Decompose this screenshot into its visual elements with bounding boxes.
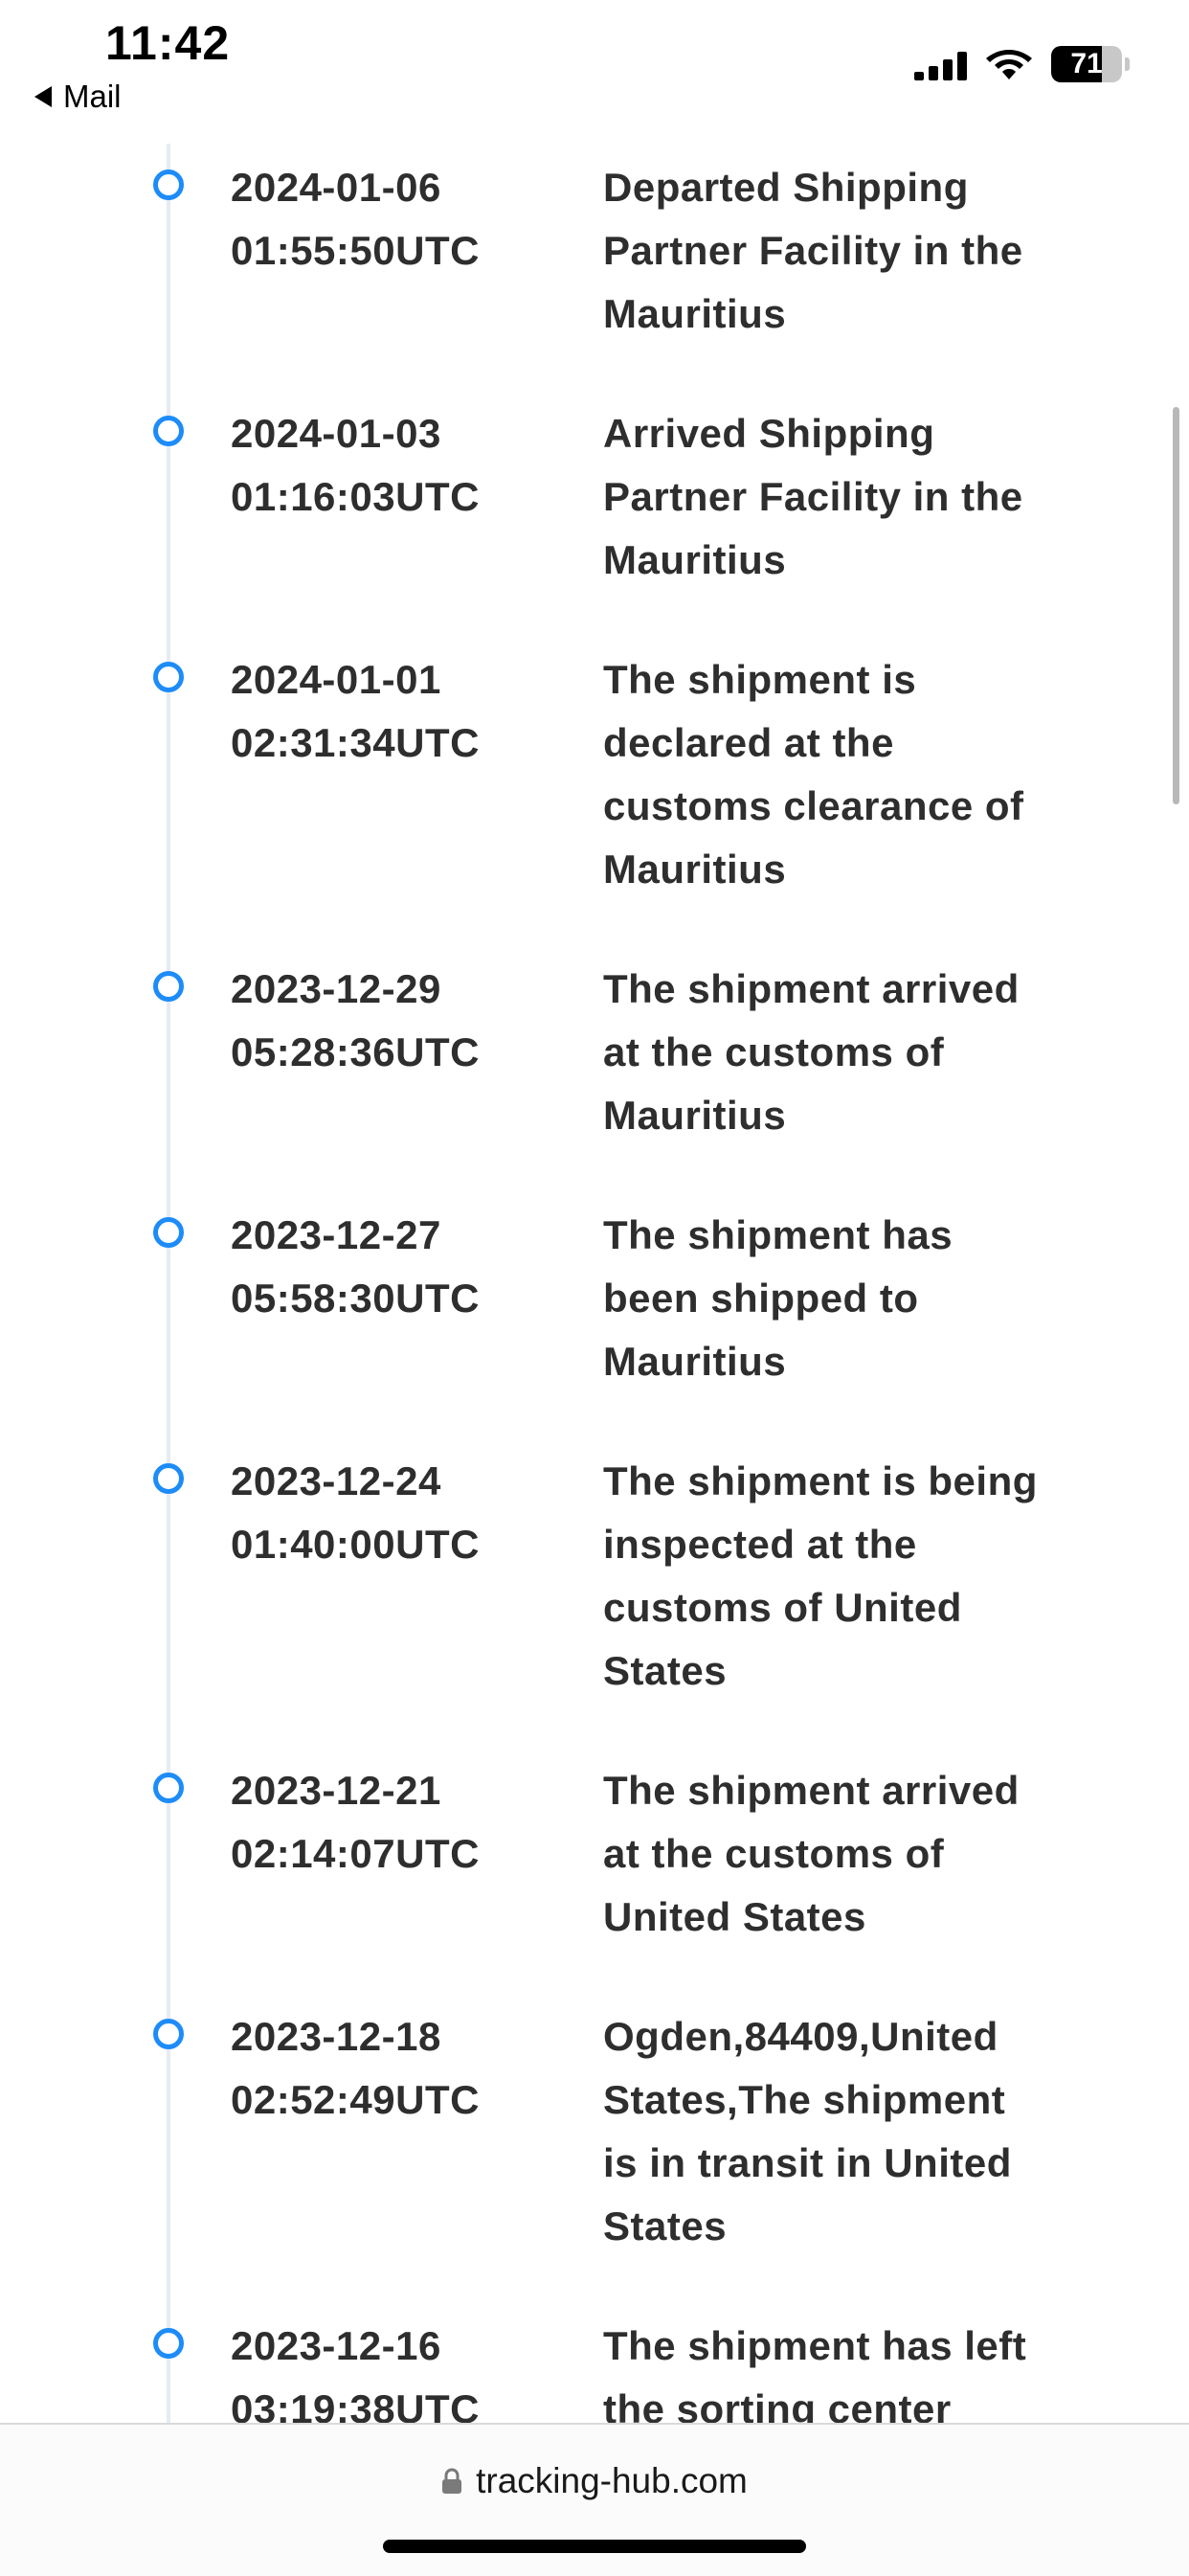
battery-cap (1125, 57, 1130, 71)
event-description: The shipment is being inspected at the c… (603, 1458, 1038, 1693)
event-time: 02:52:49UTC (231, 2077, 480, 2122)
event-time: 02:31:34UTC (231, 720, 480, 765)
timeline-dot-icon (153, 971, 184, 1002)
event-time: 05:58:30UTC (231, 1276, 480, 1321)
event-date: 2023-12-21 (231, 1768, 441, 1813)
event-time: 02:14:07UTC (231, 1831, 480, 1876)
event-description: The shipment arrived at the customs of M… (603, 966, 1020, 1138)
url-domain: tracking-hub.com (476, 2461, 748, 2500)
timeline-dot-icon (153, 416, 184, 446)
scroll-indicator[interactable] (1173, 407, 1179, 804)
event-description: Ogden,84409,United States,The shipment i… (603, 2014, 1012, 2248)
event-description: Departed Shipping Partner Facility in th… (603, 165, 1023, 336)
event-date: 2023-12-16 (231, 2323, 441, 2368)
battery-icon: 71 (1051, 46, 1122, 82)
event-time: 05:28:36UTC (231, 1029, 480, 1074)
event-time: 01:40:00UTC (231, 1522, 480, 1567)
back-to-mail-label: Mail (63, 79, 122, 114)
event-date: 2023-12-18 (231, 2014, 441, 2059)
timeline-dot-icon (153, 1463, 184, 1494)
timeline-dot-icon (153, 169, 184, 200)
status-bar: 11:42 Mail 71 (0, 0, 1189, 134)
home-indicator[interactable] (383, 2540, 806, 2553)
timeline-line (167, 144, 170, 2423)
event-date: 2024-01-01 (231, 657, 441, 702)
event-date: 2024-01-03 (231, 411, 441, 456)
wifi-icon (986, 50, 1032, 79)
event-date: 2023-12-24 (231, 1458, 441, 1503)
event-description: The shipment is declared at the customs … (603, 657, 1024, 892)
timeline-dot-icon (153, 2019, 184, 2049)
event-time: 03:19:38UTC (231, 2386, 480, 2423)
back-to-mail-button[interactable]: Mail (34, 79, 122, 115)
tracking-timeline[interactable]: 2024-01-06 01:55:50UTC Departed Shipping P… (0, 0, 1189, 2423)
cellular-signal-icon (914, 52, 967, 80)
back-arrow-icon (34, 86, 52, 107)
timeline-dot-icon (153, 1217, 184, 1248)
event-time: 01:16:03UTC (231, 474, 480, 519)
status-time: 11:42 (105, 16, 231, 70)
timeline-dot-icon (153, 662, 184, 692)
timeline-dot-icon (153, 1773, 184, 1803)
event-description: Arrived Shipping Partner Facility in the… (603, 411, 1023, 582)
event-date: 2023-12-27 (231, 1212, 441, 1257)
event-description: The shipment arrived at the customs of U… (603, 1768, 1020, 1939)
browser-url-bar[interactable]: tracking-hub.com (0, 2423, 1189, 2576)
event-description: The shipment has left the sorting center (603, 2323, 1027, 2423)
event-date: 2024-01-06 (231, 165, 441, 210)
lock-icon (442, 2468, 462, 2494)
url-display[interactable]: tracking-hub.com (0, 2461, 1189, 2501)
battery-level: 71 (1070, 48, 1103, 79)
event-description: The shipment has been shipped to Mauriti… (603, 1212, 953, 1384)
event-date: 2023-12-29 (231, 966, 441, 1011)
timeline-dot-icon (153, 2328, 184, 2359)
event-time: 01:55:50UTC (231, 228, 480, 273)
